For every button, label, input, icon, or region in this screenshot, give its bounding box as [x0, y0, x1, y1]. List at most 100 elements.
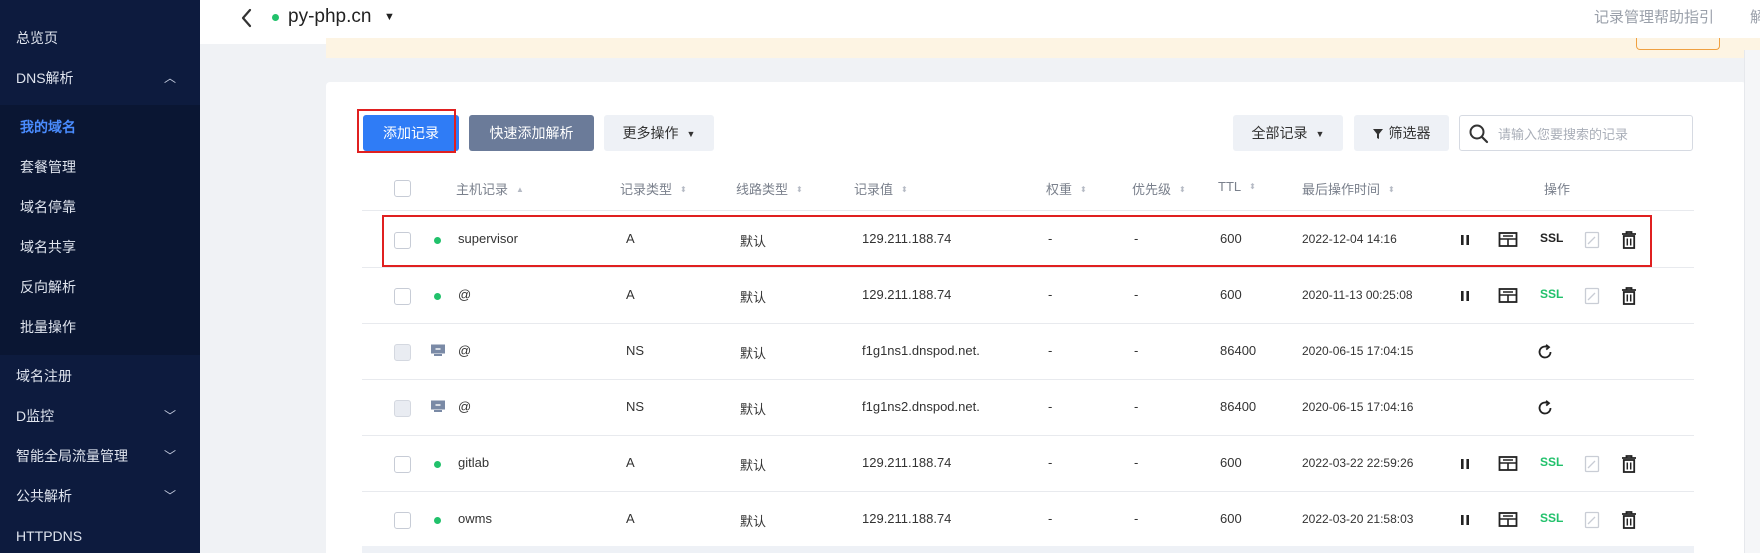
table-row: @ A 默认 129.211.188.74 - - 600 2020-11-13 00:25:… [362, 268, 1694, 324]
sidebar-item-overview[interactable]: 总览页 [0, 18, 200, 58]
type-cell: A [626, 287, 635, 302]
filter-button[interactable]: 筛选器 [1354, 115, 1449, 151]
column-header-type[interactable]: 记录类型 ⬍ [620, 179, 687, 198]
search-box[interactable] [1459, 115, 1693, 151]
highlight-box [357, 109, 456, 153]
sidebar-item-sharing[interactable]: 域名共享 [0, 227, 200, 267]
row-checkbox[interactable] [394, 288, 411, 305]
help-link[interactable]: 记录管理帮助指引 [1594, 6, 1714, 27]
search-input[interactable] [1498, 124, 1684, 144]
host-cell: gitlab [458, 455, 490, 470]
sidebar-item-label: 域名注册 [16, 368, 72, 384]
more-actions-label: 更多操作 [622, 125, 679, 141]
more-actions-button[interactable]: 更多操作 ▼ [604, 115, 714, 151]
sort-icon: ▲ [516, 185, 524, 194]
host-cell: @ [458, 343, 472, 358]
sidebar-item-my-domains[interactable]: 我的域名 [0, 107, 200, 147]
status-dot [434, 293, 441, 300]
status-dot [434, 517, 441, 524]
row-checkbox [394, 400, 411, 417]
select-all-checkbox[interactable] [394, 180, 411, 197]
sidebar-item-dns[interactable]: DNS解析 ︿ [0, 58, 200, 98]
table-header: 主机记录 ▲ 记录类型 ⬍ 线路类型 ⬍ 记录值 ⬍ 权重 ⬍ 优先级 ⬍ TTL ⬍ 最后操… [362, 168, 1694, 211]
chevron-up-icon: ︿ [163, 71, 176, 85]
sidebar-item-label: 域名共享 [20, 239, 76, 255]
sidebar-item-label: DNS解析 [16, 70, 74, 86]
value-cell: f1g1ns1.dnspod.net. [862, 343, 980, 358]
all-records-dropdown[interactable]: 全部记录 ▼ [1233, 115, 1343, 151]
delete-icon[interactable] [1620, 510, 1638, 535]
sort-icon: ⬍ [1179, 185, 1186, 194]
line-cell: 默认 [740, 458, 767, 473]
sidebar-item-label: 套餐管理 [20, 159, 76, 175]
pause-icon[interactable] [1458, 289, 1472, 308]
value-cell: f1g1ns2.dnspod.net. [862, 399, 980, 414]
row-checkbox[interactable] [394, 512, 411, 529]
monitor-icon[interactable] [1498, 455, 1518, 478]
column-header-actions: 操作 [1544, 182, 1571, 197]
sort-icon: ⬍ [1388, 185, 1395, 194]
sidebar-item-registration[interactable]: 域名注册 [0, 356, 200, 396]
caret-down-icon[interactable]: ▼ [384, 11, 395, 23]
quick-add-button[interactable]: 快速添加解析 [469, 115, 594, 151]
pause-icon[interactable] [1458, 457, 1472, 476]
caret-down-icon: ▼ [1315, 129, 1325, 139]
sidebar-item-reverse[interactable]: 反向解析 [0, 267, 200, 307]
scrollbar[interactable] [1744, 50, 1760, 553]
sidebar-item-batch[interactable]: 批量操作 [0, 307, 200, 347]
column-header-weight[interactable]: 权重 ⬍ [1046, 179, 1087, 198]
column-header-priority[interactable]: 优先级 ⬍ [1132, 179, 1186, 198]
monitor-icon[interactable] [1498, 287, 1518, 310]
ttl-cell: 86400 [1220, 343, 1257, 358]
sort-icon: ⬍ [680, 185, 687, 194]
table-row: gitlab A 默认 129.211.188.74 - - 600 2022-03-22 2… [362, 436, 1694, 492]
sidebar-item-label: HTTPDNS [16, 528, 83, 544]
column-header-host[interactable]: 主机记录 ▲ [456, 179, 524, 198]
refresh-icon[interactable] [1536, 399, 1554, 422]
edit-icon [1584, 287, 1600, 310]
column-header-value[interactable]: 记录值 ⬍ [854, 179, 908, 198]
sidebar-item-label: 总览页 [16, 30, 58, 46]
column-header-label: TTL [1218, 179, 1242, 194]
filter-label: 筛选器 [1388, 125, 1431, 141]
ssl-button[interactable]: SSL [1540, 287, 1563, 301]
domain-status-dot [272, 14, 279, 21]
pause-icon[interactable] [1458, 513, 1472, 532]
delete-icon[interactable] [1620, 454, 1638, 479]
value-cell: 129.211.188.74 [862, 287, 952, 302]
notice-button[interactable] [1636, 38, 1720, 50]
column-header-ttl[interactable]: TTL ⬍ [1218, 179, 1256, 194]
ssl-button[interactable]: SSL [1540, 455, 1563, 469]
back-arrow-icon[interactable] [236, 4, 258, 32]
sidebar-item-monitor[interactable]: D监控 ﹀ [0, 396, 200, 436]
host-cell: @ [458, 287, 472, 302]
chevron-down-icon: ﹀ [163, 409, 176, 423]
filter-icon [1372, 129, 1383, 139]
domain-selector[interactable]: py-php.cn [288, 4, 371, 30]
status-dot [434, 461, 441, 468]
sidebar-item-public-dns[interactable]: 公共解析 ﹀ [0, 476, 200, 516]
sidebar-item-traffic[interactable]: 智能全局流量管理 ﹀ [0, 436, 200, 476]
sidebar-item-httpdns[interactable]: HTTPDNS [0, 516, 200, 553]
sidebar-subgroup: 我的域名 套餐管理 域名停靠 域名共享 反向解析 批量操作 [0, 105, 200, 355]
monitor-icon[interactable] [1498, 511, 1518, 534]
host-cell: owms [458, 511, 492, 526]
refresh-icon[interactable] [1536, 343, 1554, 366]
column-header-line[interactable]: 线路类型 ⬍ [736, 179, 803, 198]
header-truncated-link[interactable]: 解 [1750, 6, 1760, 27]
row-checkbox[interactable] [394, 456, 411, 473]
sidebar-item-label: 反向解析 [20, 279, 76, 295]
time-cell: 2020-06-15 17:04:15 [1302, 344, 1414, 358]
column-header-label: 线路类型 [736, 182, 789, 197]
line-cell: 默认 [740, 514, 767, 529]
delete-icon[interactable] [1620, 286, 1638, 311]
sort-icon: ⬍ [1249, 182, 1256, 191]
table-row [362, 546, 1694, 553]
column-header-last-modified[interactable]: 最后操作时间 ⬍ [1302, 179, 1395, 198]
sidebar-item-plans[interactable]: 套餐管理 [0, 147, 200, 187]
sidebar-item-parking[interactable]: 域名停靠 [0, 187, 200, 227]
priority-cell: - [1134, 399, 1139, 414]
ssl-button[interactable]: SSL [1540, 511, 1563, 525]
type-cell: NS [626, 343, 645, 358]
time-cell: 2022-03-22 22:59:26 [1302, 456, 1414, 470]
